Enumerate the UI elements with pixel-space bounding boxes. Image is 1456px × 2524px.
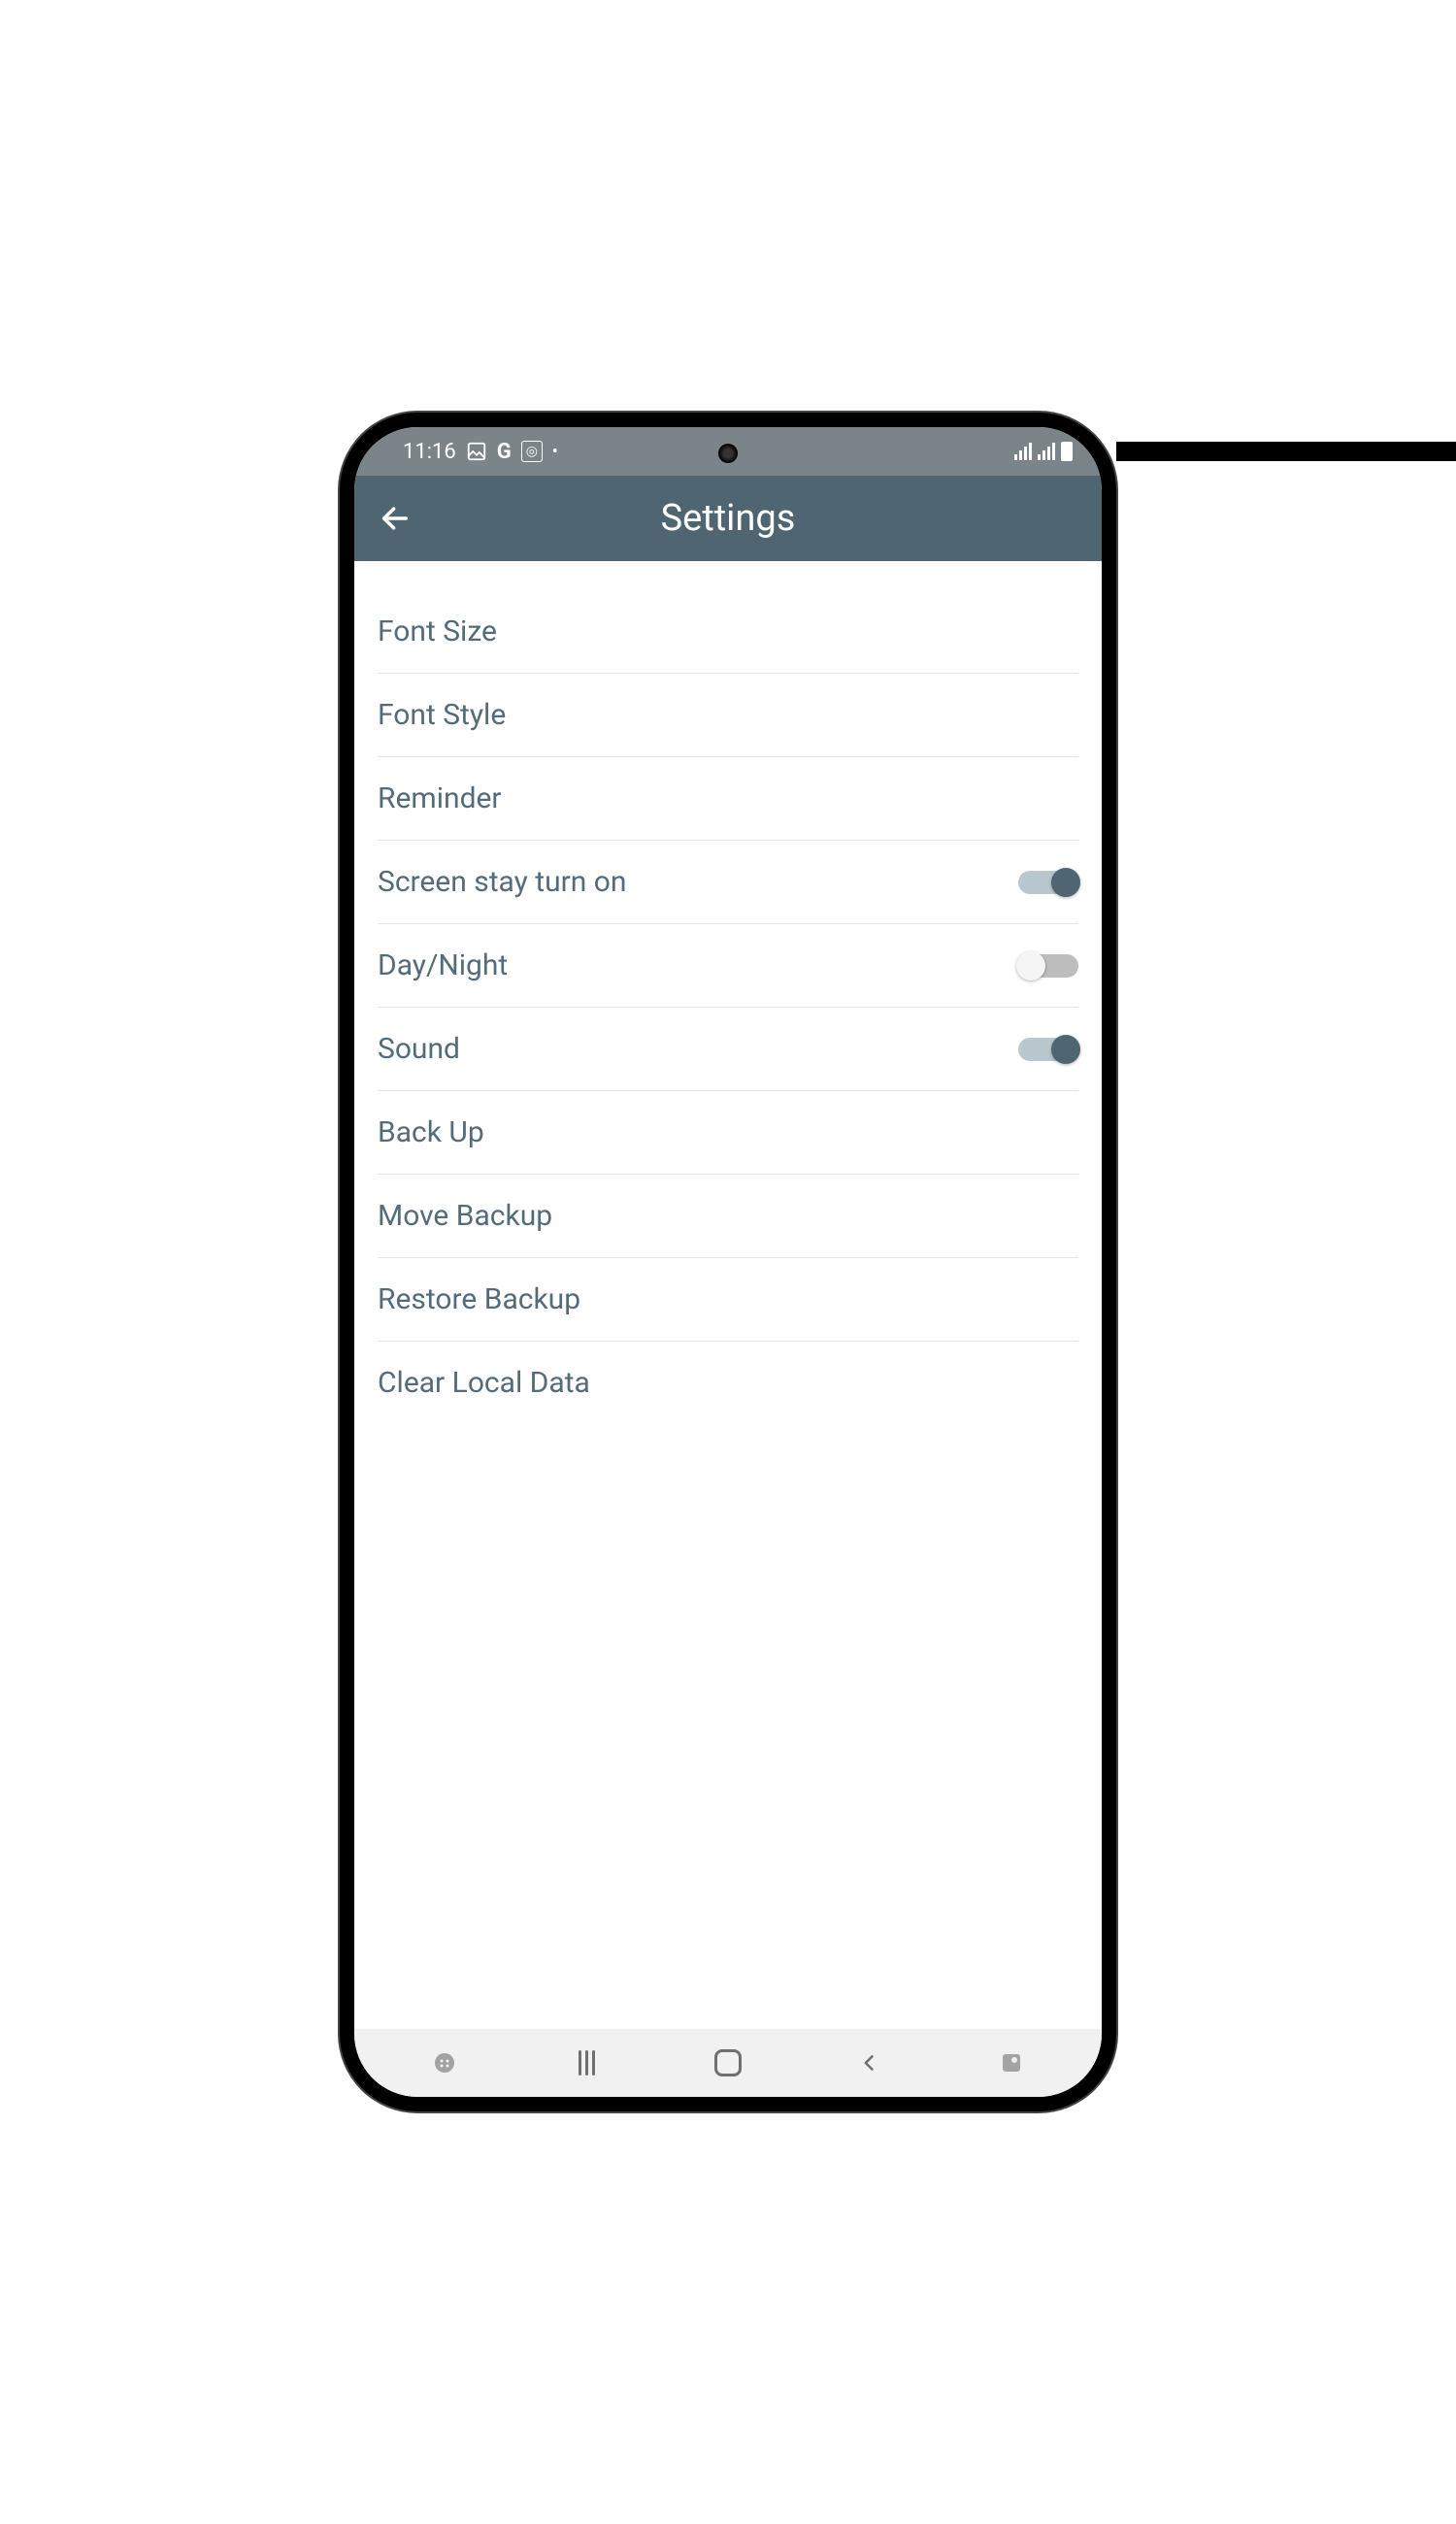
screenshot-icon[interactable] <box>982 2034 1041 2092</box>
recent-apps-button[interactable] <box>557 2034 615 2092</box>
app-header: Settings <box>354 476 1102 561</box>
setting-move-backup[interactable]: Move Backup <box>378 1175 1078 1258</box>
setting-day-night[interactable]: Day/Night <box>378 924 1078 1008</box>
setting-label: Reminder <box>378 781 502 815</box>
toggle-thumb <box>1051 1035 1080 1064</box>
toggle-day-night[interactable] <box>1018 954 1078 978</box>
setting-screen-stay-on[interactable]: Screen stay turn on <box>378 841 1078 924</box>
home-icon <box>714 2049 742 2076</box>
phone-frame: 11:16 G ◎ • Se <box>340 413 1116 2111</box>
gamepad-icon[interactable] <box>415 2034 474 2092</box>
setting-restore-backup[interactable]: Restore Backup <box>378 1258 1078 1342</box>
page-title: Settings <box>661 497 796 540</box>
arrow-left-icon <box>379 502 412 535</box>
setting-label: Day/Night <box>378 948 508 982</box>
chevron-left-icon <box>860 2048 879 2077</box>
instagram-icon: ◎ <box>521 441 543 462</box>
back-button[interactable] <box>376 499 414 538</box>
toggle-thumb <box>1016 951 1045 980</box>
setting-label: Clear Local Data <box>378 1366 590 1400</box>
signal-icon <box>1014 443 1032 460</box>
setting-label: Restore Backup <box>378 1282 580 1316</box>
setting-sound[interactable]: Sound <box>378 1008 1078 1091</box>
setting-label: Sound <box>378 1032 460 1066</box>
screen: 11:16 G ◎ • Se <box>354 427 1102 2097</box>
setting-label: Font Size <box>378 614 497 648</box>
signal-icon <box>1038 443 1055 460</box>
recent-apps-icon <box>579 2050 595 2076</box>
setting-reminder[interactable]: Reminder <box>378 757 1078 841</box>
status-bar: 11:16 G ◎ • <box>354 427 1102 476</box>
system-navbar <box>354 2029 1102 2097</box>
setting-label: Screen stay turn on <box>378 865 626 899</box>
clock-text: 11:16 <box>403 440 456 464</box>
settings-list: Font Size Font Style Reminder Screen sta… <box>354 561 1102 2029</box>
setting-label: Move Backup <box>378 1199 552 1233</box>
toggle-sound[interactable] <box>1018 1038 1078 1061</box>
status-right <box>1014 442 1073 461</box>
setting-back-up[interactable]: Back Up <box>378 1091 1078 1175</box>
toggle-thumb <box>1051 868 1080 897</box>
status-left: 11:16 G ◎ • <box>403 440 558 464</box>
battery-icon <box>1061 442 1073 461</box>
home-button[interactable] <box>699 2034 757 2092</box>
google-icon: G <box>497 440 512 464</box>
cable-decoration <box>1116 442 1456 461</box>
setting-label: Back Up <box>378 1115 484 1149</box>
dot-indicator-icon: • <box>552 442 558 462</box>
image-icon <box>466 441 487 462</box>
setting-label: Font Style <box>378 698 506 732</box>
system-back-button[interactable] <box>841 2034 899 2092</box>
setting-font-size[interactable]: Font Size <box>378 590 1078 674</box>
toggle-screen-stay-on[interactable] <box>1018 871 1078 894</box>
setting-font-style[interactable]: Font Style <box>378 674 1078 757</box>
setting-clear-local-data[interactable]: Clear Local Data <box>378 1342 1078 1424</box>
